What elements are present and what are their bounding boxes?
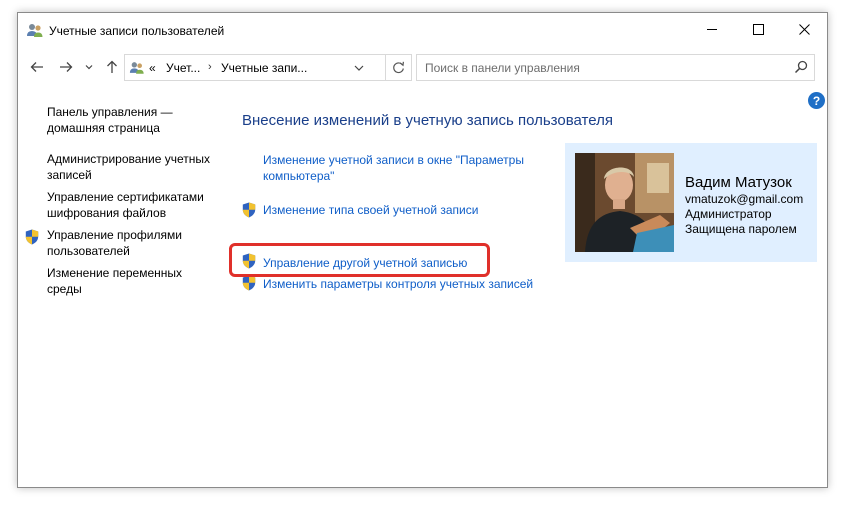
sidebar-link-encryption-certificates[interactable]: Управление сертификатами шифрования файл… <box>47 189 217 221</box>
search-box[interactable] <box>416 54 815 81</box>
page-title: Внесение изменений в учетную запись поль… <box>242 112 613 129</box>
navigation-bar: « Учет... › Учетные запи... <box>18 53 827 83</box>
chevron-down-icon <box>354 65 364 71</box>
maximize-icon <box>752 23 764 35</box>
task-link-pc-settings[interactable]: Изменение учетной записи в окне "Парамет… <box>263 152 553 184</box>
shield-icon <box>242 275 256 291</box>
task-link-change-account-type[interactable]: Изменение типа своей учетной записи <box>263 202 478 218</box>
chevron-down-icon <box>85 65 93 70</box>
highlight-frame <box>229 243 490 277</box>
breadcrumb-item-1[interactable]: Учет... <box>166 61 200 75</box>
forward-arrow-icon <box>60 62 73 72</box>
avatar[interactable] <box>575 153 674 252</box>
forward-button[interactable] <box>55 56 77 78</box>
users-icon <box>129 62 144 74</box>
up-arrow-icon <box>107 60 117 73</box>
minimize-button[interactable] <box>689 13 735 45</box>
sidebar-link-user-profiles[interactable]: Управление профилями пользователей <box>47 227 217 259</box>
close-button[interactable] <box>781 13 827 45</box>
sidebar-link-environment-variables[interactable]: Изменение переменных среды <box>47 265 217 297</box>
title-bar[interactable]: Учетные записи пользователей <box>18 13 827 47</box>
up-button[interactable] <box>101 56 123 78</box>
sidebar-link-home[interactable]: Панель управления — домашняя страница <box>47 104 217 136</box>
shield-icon <box>25 229 39 245</box>
user-card: Вадим Матузок vmatuzok@gmail.com Админис… <box>565 143 817 262</box>
recent-locations-button[interactable] <box>82 56 96 78</box>
user-password-status: Защищена паролем <box>685 222 797 236</box>
maximize-button[interactable] <box>735 13 781 45</box>
search-icon[interactable] <box>794 60 808 74</box>
sidebar-link-admin-accounts[interactable]: Администрирование учетных записей <box>47 151 217 183</box>
shield-icon <box>242 202 256 218</box>
control-panel-window: Учетные записи пользователей « Учет... ›… <box>17 12 828 488</box>
user-role: Администратор <box>685 207 772 221</box>
breadcrumb-item-2[interactable]: Учетные запи... <box>221 61 307 75</box>
search-input[interactable] <box>417 55 787 80</box>
users-icon <box>27 24 43 37</box>
address-dropdown-button[interactable] <box>349 55 369 80</box>
breadcrumb-overflow[interactable]: « <box>149 61 156 75</box>
window-title: Учетные записи пользователей <box>49 24 225 38</box>
minimize-icon <box>706 28 717 30</box>
task-link-uac-settings[interactable]: Изменить параметры контроля учетных запи… <box>263 276 533 292</box>
back-arrow-icon <box>30 62 43 72</box>
user-name: Вадим Матузок <box>685 174 792 191</box>
breadcrumb-separator[interactable]: › <box>208 61 212 73</box>
back-button[interactable] <box>26 56 48 78</box>
close-icon <box>798 23 810 35</box>
address-bar[interactable]: « Учет... › Учетные запи... <box>124 54 386 81</box>
help-icon[interactable]: ? <box>808 92 825 109</box>
user-email: vmatuzok@gmail.com <box>685 192 804 206</box>
refresh-icon <box>393 61 404 74</box>
refresh-button[interactable] <box>386 54 412 81</box>
